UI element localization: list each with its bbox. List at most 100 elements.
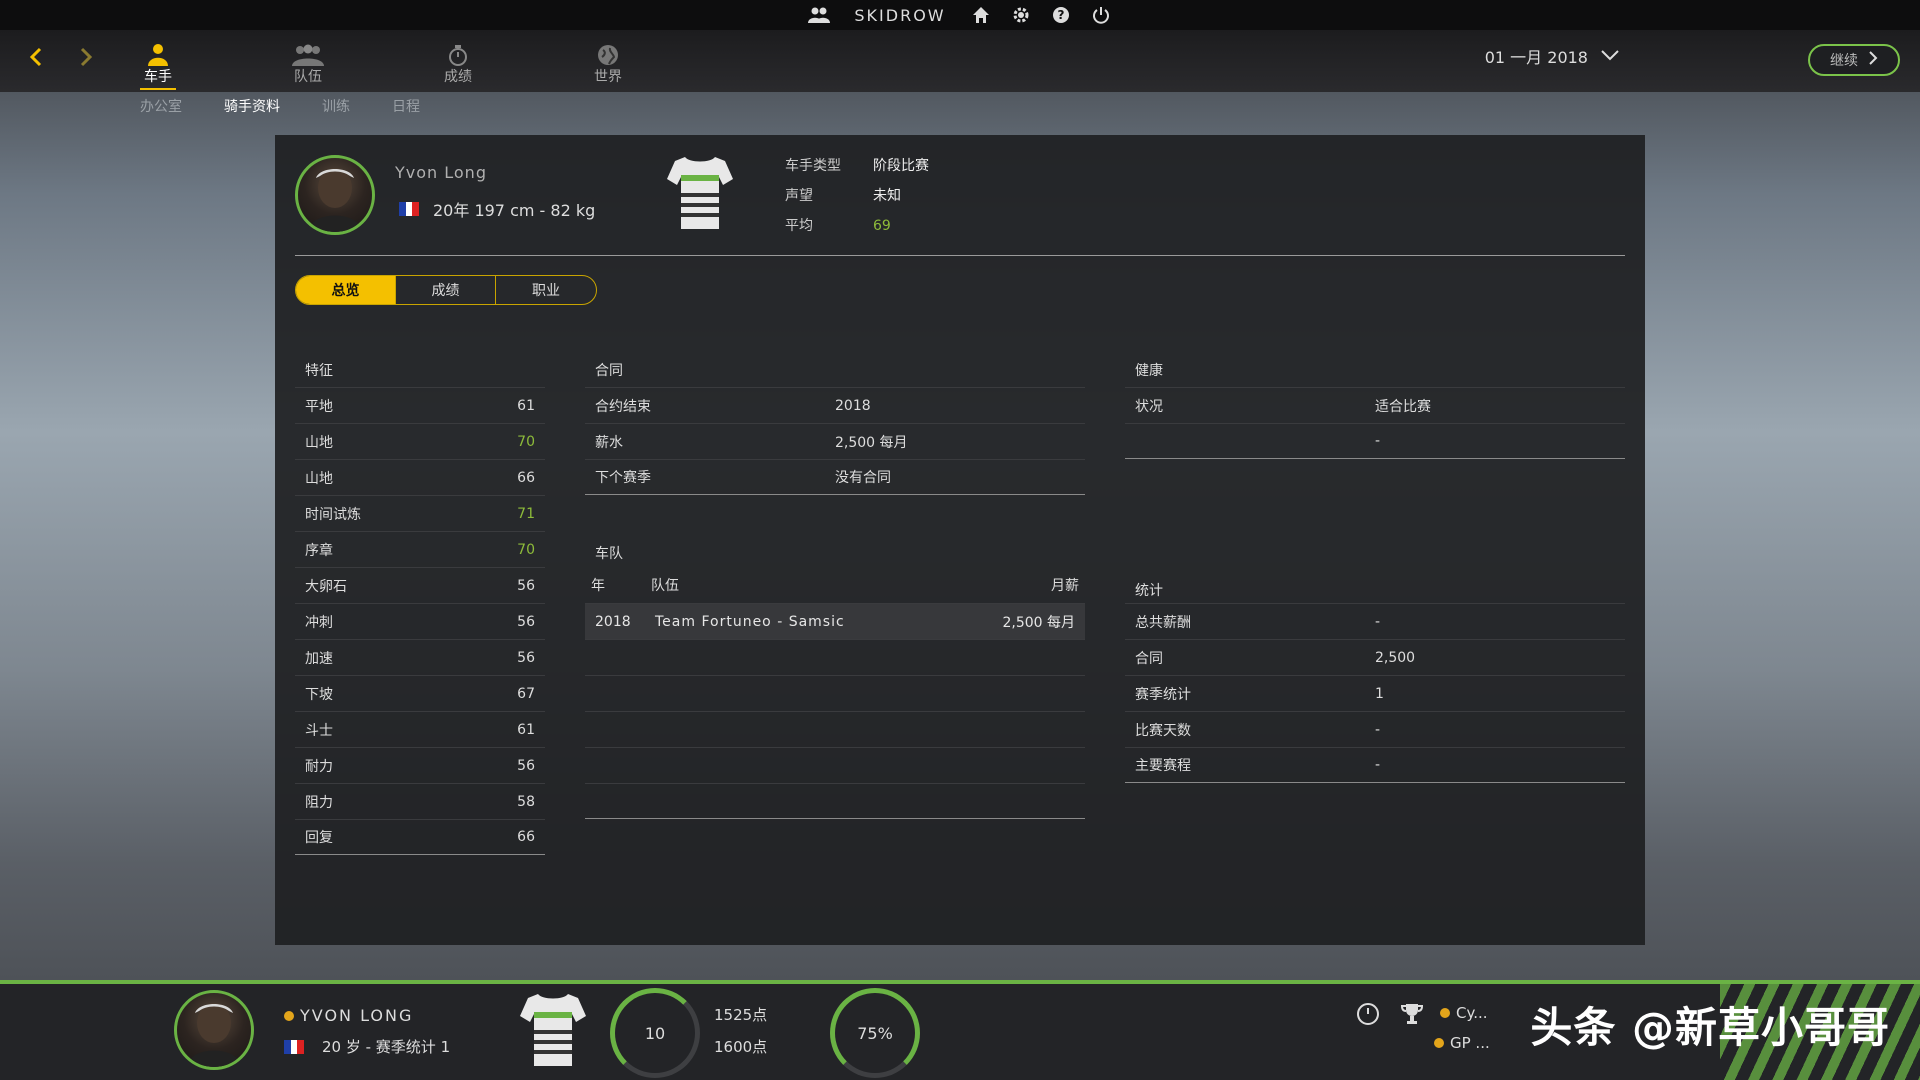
chevron-right-icon [1868, 50, 1878, 70]
table-row: 合同 2,500 [1125, 639, 1625, 675]
jersey-icon [518, 990, 588, 1074]
gear-icon[interactable] [1010, 4, 1032, 26]
table-row: 冲刺 56 [295, 603, 545, 639]
table-row: 斗士 61 [295, 711, 545, 747]
contract-stat-label: 合同 [1135, 650, 1163, 667]
stats-table: 总共薪酬 - 合同 2,500 赛季统计 1 比赛天数 - 主要赛程 - [1125, 603, 1625, 783]
attribute-name: 大卵石 [305, 578, 347, 595]
home-icon[interactable] [970, 4, 992, 26]
race-2-text: GP ... [1450, 1034, 1490, 1052]
year-header[interactable]: 年 [591, 575, 651, 595]
game-date[interactable]: 01 一月 2018 [1485, 44, 1620, 68]
attribute-name: 斗士 [305, 722, 333, 739]
avatar [295, 155, 375, 235]
chevron-down-icon [1600, 47, 1620, 66]
tab-overview[interactable]: 总览 [296, 276, 396, 304]
avatar[interactable] [174, 990, 254, 1070]
table-header: 年 队伍 月薪 [585, 567, 1085, 603]
attribute-name: 平地 [305, 398, 333, 415]
tab-world[interactable]: 世界 [568, 40, 648, 86]
attribute-value: 70 [517, 433, 535, 450]
divider [295, 255, 1625, 256]
season-stats-value: 1 [1375, 685, 1384, 702]
continue-button[interactable]: 继续 [1808, 44, 1900, 76]
table-row: 山地 66 [295, 459, 545, 495]
tab-team-label: 队伍 [294, 69, 322, 85]
table-row: 赛季统计 1 [1125, 675, 1625, 711]
tab-profile-results[interactable]: 成绩 [396, 276, 496, 304]
stats-title: 统计 [1135, 583, 1163, 599]
rider-age-size: 20年 197 cm - 82 kg [433, 201, 596, 220]
bottom-rider-meta: 20 岁 - 赛季统计 1 [284, 1036, 450, 1057]
race-1[interactable]: Cy... [1440, 1004, 1488, 1022]
svg-text:?: ? [1057, 8, 1064, 22]
team-icon [268, 40, 348, 66]
help-icon[interactable]: ? [1050, 4, 1072, 26]
table-row: 平地 61 [295, 387, 545, 423]
average-label: 平均 [785, 218, 813, 234]
forward-arrow-icon[interactable] [70, 42, 100, 72]
health-title: 健康 [1135, 363, 1163, 379]
attribute-name: 耐力 [305, 758, 333, 775]
tab-results[interactable]: 成绩 [418, 40, 498, 86]
main-schedule-value: - [1375, 757, 1381, 773]
tab-rider[interactable]: 车手 [118, 40, 198, 90]
attribute-value: 56 [517, 613, 535, 630]
bottom-rider-name-text: YVON LONG [300, 1006, 414, 1025]
tab-rider-label: 车手 [144, 69, 172, 85]
table-row: 山地 70 [295, 423, 545, 459]
bottom-rider-bar: YVON LONG 20 岁 - 赛季统计 1 10 1525点 1600点 7… [0, 980, 1920, 1080]
tab-world-label: 世界 [594, 69, 622, 85]
contract-end-value: 2018 [835, 397, 871, 414]
attribute-name: 时间试炼 [305, 506, 361, 523]
trophy-icon[interactable] [1400, 1002, 1424, 1030]
attribute-name: 回复 [305, 830, 333, 846]
subnav-rider-profile[interactable]: 骑手资料 [224, 96, 280, 116]
subnav-office[interactable]: 办公室 [140, 96, 182, 116]
team-row-year: 2018 [595, 613, 631, 630]
attribute-value: 56 [517, 757, 535, 774]
race-days-label: 比赛天数 [1135, 722, 1191, 739]
table-row: 加速 56 [295, 639, 545, 675]
table-row [585, 783, 1085, 819]
contract-table: 合约结束 2018 薪水 2,500 每月 下个赛季 没有合同 [585, 387, 1085, 495]
subnav-training[interactable]: 训练 [322, 96, 350, 116]
team-header[interactable]: 队伍 [651, 575, 1051, 595]
contract-title: 合同 [595, 363, 623, 379]
attribute-name: 下坡 [305, 686, 333, 703]
race-2[interactable]: GP ... [1434, 1034, 1490, 1052]
rider-icon [118, 40, 198, 66]
back-arrow-icon[interactable] [22, 42, 52, 72]
attribute-value: 71 [517, 505, 535, 522]
subnav-schedule[interactable]: 日程 [392, 96, 420, 116]
info-icon [1440, 1008, 1450, 1018]
power-icon[interactable] [1090, 4, 1112, 26]
users-icon[interactable] [808, 4, 831, 26]
info-icon[interactable] [284, 1011, 294, 1021]
salary-header[interactable]: 月薪 [1051, 575, 1079, 595]
clock-icon[interactable] [1356, 1002, 1380, 1030]
france-flag-icon [284, 1039, 305, 1054]
rank-ring: 10 [610, 988, 700, 1078]
attribute-value: 61 [517, 397, 535, 414]
table-row: 时间试炼 71 [295, 495, 545, 531]
attribute-name: 冲刺 [305, 614, 333, 631]
table-row: 大卵石 56 [295, 567, 545, 603]
table-row[interactable]: 2018 Team Fortuneo - Samsic 2,500 每月 [585, 603, 1085, 639]
attribute-value: 67 [517, 685, 535, 702]
total-pay-label: 总共薪酬 [1135, 614, 1191, 631]
race-1-text: Cy... [1456, 1004, 1488, 1022]
tab-career[interactable]: 职业 [496, 276, 596, 304]
rider-type-value: 阶段比赛 [873, 158, 929, 174]
attribute-name: 山地 [305, 434, 333, 451]
next-season-value: 没有合同 [835, 470, 891, 486]
next-season-label: 下个赛季 [595, 470, 651, 486]
active-tab-indicator [140, 88, 176, 90]
table-row: 总共薪酬 - [1125, 603, 1625, 639]
table-row [585, 711, 1085, 747]
condition-label: 状况 [1135, 398, 1163, 415]
table-row: 下坡 67 [295, 675, 545, 711]
table-row [585, 675, 1085, 711]
attribute-value: 66 [517, 829, 535, 845]
tab-team[interactable]: 队伍 [268, 40, 348, 86]
